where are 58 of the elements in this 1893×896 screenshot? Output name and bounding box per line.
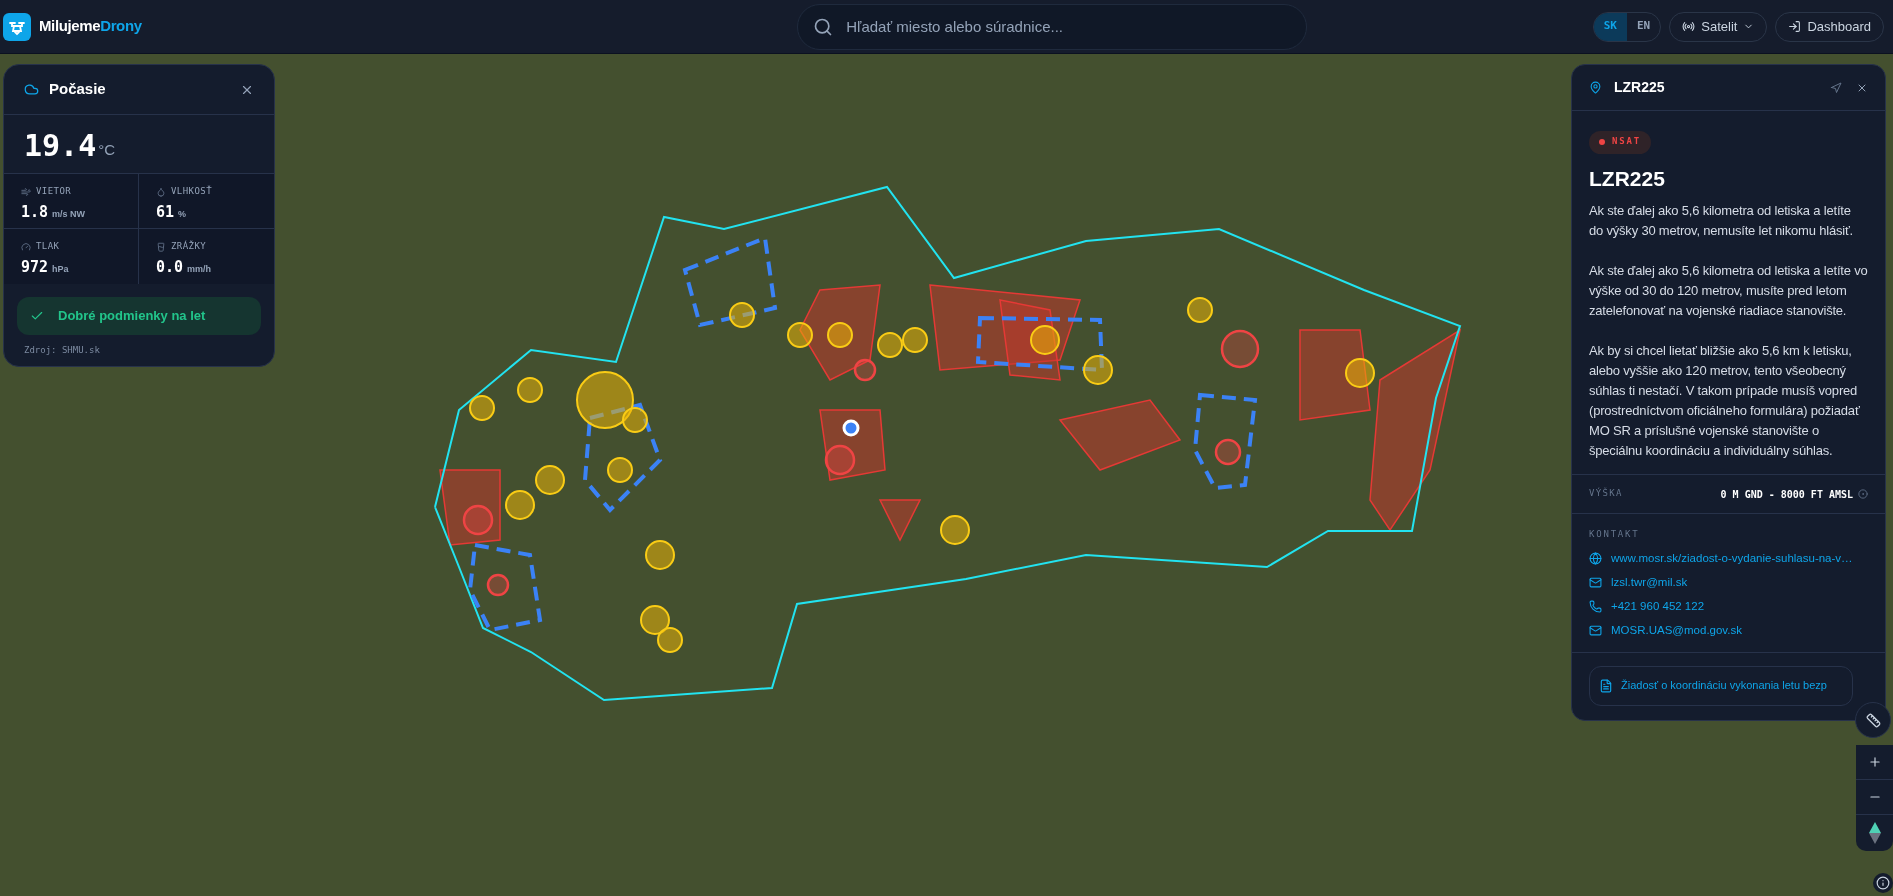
contact-link[interactable]: lzsl.twr@mil.sk [1589, 574, 1688, 591]
contact-link[interactable]: MOSR.UAS@mod.gov.sk [1589, 622, 1742, 639]
altitude-label: VÝŠKA [1589, 487, 1623, 501]
navigate-icon[interactable] [1830, 81, 1842, 94]
metric-label: VLHKOSŤ [171, 185, 213, 198]
satellite-signal-icon [1682, 20, 1696, 33]
metric-icon [156, 186, 166, 197]
panel-title: Počasie [49, 79, 106, 100]
globe-icon [1589, 552, 1602, 565]
panel-title: LZR225 [1614, 78, 1665, 97]
phone-icon [1589, 600, 1602, 613]
plus-icon [1867, 755, 1882, 769]
metric-icon [21, 241, 31, 252]
temperature-value: 19.4 [24, 131, 97, 161]
zone-description: Ak ste ďalej ako 5,6 kilometra od letiska a letíte do výšky 30 metrov, nemusíte let nikomu hlásiť. [1589, 202, 1854, 240]
brand-name: MilujemeDrony [39, 16, 142, 37]
contact-link[interactable]: +421 960 452 122 [1589, 598, 1705, 615]
flight-conditions-status: Dobré podmienky na let [17, 297, 261, 335]
altitude-value: 0 M GND - 8000 FT AMSL [1720, 487, 1853, 502]
metric-value: 972 [21, 256, 49, 278]
metric-value: 1.8 [21, 201, 49, 223]
search-icon [813, 16, 834, 37]
ruler-icon [1865, 712, 1881, 728]
info-icon [1876, 876, 1890, 890]
document-icon [1599, 678, 1613, 693]
zone-type-badge: NSAT [1589, 130, 1651, 154]
metric-icon [21, 186, 31, 197]
metric-unit: m/s NW [52, 207, 86, 221]
info-circle-icon [1858, 489, 1868, 499]
mail-icon [1589, 576, 1602, 589]
check-icon [30, 309, 44, 323]
map-pin-icon [1589, 81, 1602, 94]
zone-description: Ak ste ďalej ako 5,6 kilometra od letiska a letíte vo výške od 30 do 120 metrov, musíte pred letom zatelefonovať na vojenské riadiace stanovište. [1589, 262, 1868, 320]
cloud-icon [24, 82, 39, 97]
contact-heading: KONTAKT [1589, 528, 1641, 541]
search-field[interactable]: Hľadať miesto alebo súradnice... [797, 3, 1308, 50]
metric-unit: mm/h [187, 262, 212, 276]
metric-label: ZRÁŽKY [171, 240, 207, 253]
metric-unit: % [178, 207, 187, 221]
compass-icon [1868, 822, 1881, 844]
metric-unit: hPa [52, 262, 69, 276]
metric-label: TLAK [36, 240, 60, 253]
source-note: Zdroj: SHMU.sk [24, 344, 101, 357]
zone-description: Ak by si chcel lietať bližšie ako 5,6 km k letisku, alebo vyššie ako 120 metrov, tento všeobecný súhlas ti nestačí. V takom prípade musíš vopred (prostredníctvom oficiálneho formulára) požiadať MO SR a príslušné vojenské stanovište o špeciálnu koordináciu a individuálny súhlas. [1589, 342, 1861, 460]
metric-value: 61 [156, 201, 175, 223]
login-icon [1788, 20, 1802, 33]
zone-title: LZR225 [1589, 165, 1666, 192]
metric-icon [156, 241, 166, 252]
metric-value: 0.0 [156, 256, 184, 278]
metric-label: VIETOR [36, 185, 72, 198]
coordination-request-button[interactable]: Žiadosť o koordináciu vykonania letu bezp [1589, 665, 1853, 706]
temperature-unit: °C [98, 139, 116, 160]
contact-link[interactable]: www.mosr.sk/ziadost-o-vydanie-suhlasu-na-v… [1589, 550, 1853, 567]
location-marker-icon [842, 419, 860, 437]
language-tab[interactable]: SK [1593, 12, 1627, 41]
mail-icon [1589, 624, 1602, 637]
drone-logo-icon [3, 12, 31, 41]
language-tab[interactable]: EN [1627, 12, 1661, 41]
